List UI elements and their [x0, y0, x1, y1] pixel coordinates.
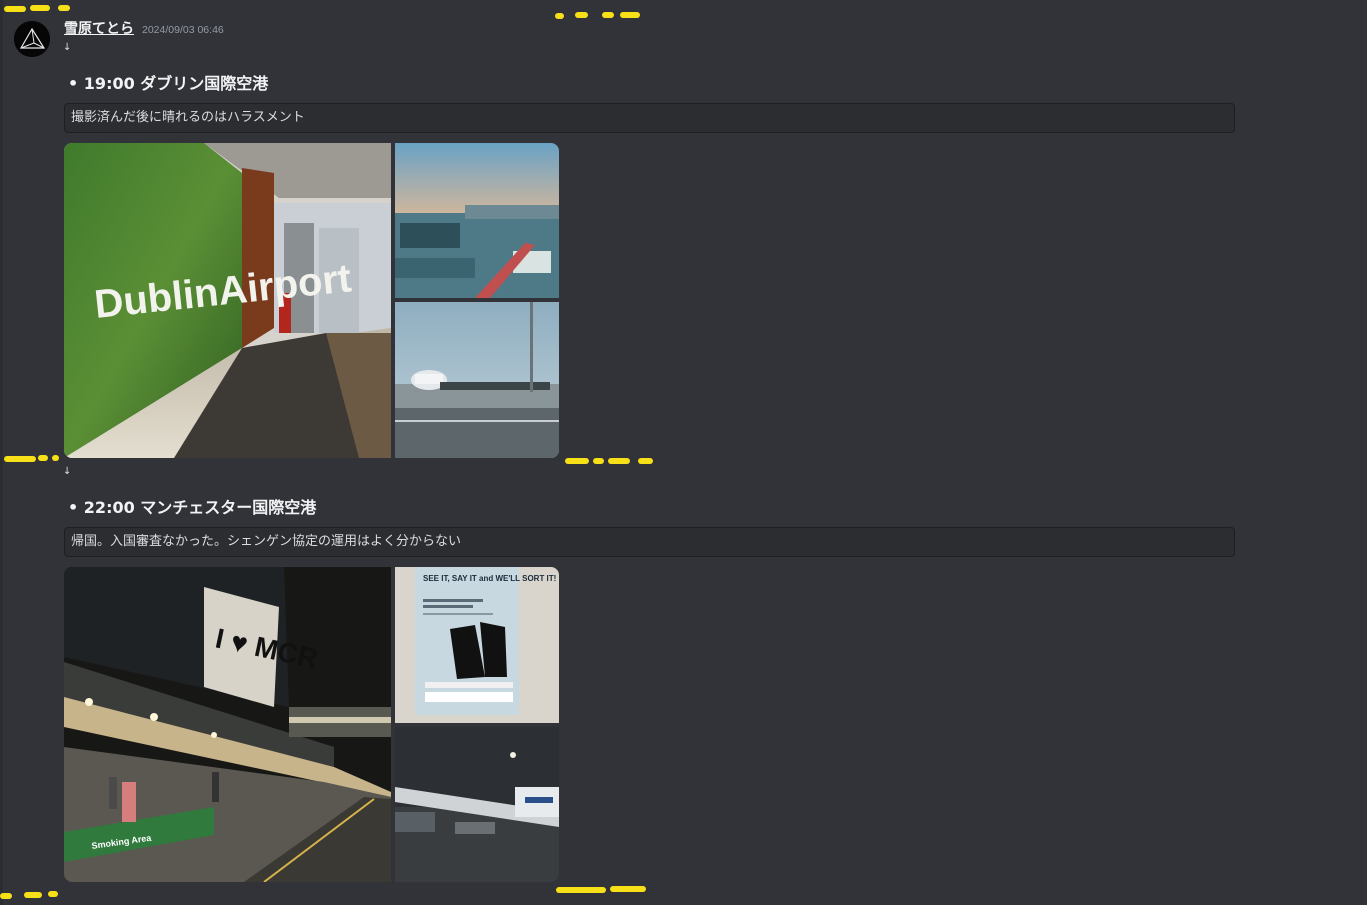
annotation-mark — [638, 458, 653, 464]
avatar-triangle-icon — [14, 21, 50, 57]
annotation-mark — [555, 13, 564, 19]
annotation-mark — [575, 12, 588, 18]
annotation-mark — [4, 456, 36, 462]
photo-see-it-say-it-poster[interactable]: SEE IT, SAY IT and WE'LL SORT IT! — [395, 567, 559, 723]
annotation-mark — [608, 458, 630, 464]
left-rail — [0, 0, 3, 905]
annotation-mark — [0, 893, 12, 899]
section-heading: • 19:00 ダブリン国際空港 — [68, 74, 269, 93]
down-arrow-icon: ↓ — [63, 466, 72, 477]
annotation-mark — [620, 12, 640, 18]
code-block: 撮影済んだ後に晴れるのはハラスメント — [64, 103, 1235, 133]
poster-title: SEE IT, SAY IT and WE'LL SORT IT! — [423, 574, 556, 583]
annotation-mark — [38, 455, 48, 461]
user-avatar[interactable] — [14, 21, 50, 57]
annotation-mark — [602, 12, 614, 18]
annotation-mark — [58, 5, 70, 11]
photo-aircraft-boarding[interactable] — [395, 302, 559, 458]
timestamp[interactable]: 2024/09/03 06:46 — [142, 24, 224, 36]
message-header: 雪原てとら 2024/09/03 06:46 — [64, 18, 224, 38]
section-heading: • 22:00 マンチェスター国際空港 — [68, 498, 317, 517]
annotation-mark — [4, 6, 26, 12]
annotation-mark — [48, 891, 58, 897]
photo-apron-sunset[interactable] — [395, 143, 559, 298]
annotation-mark — [24, 892, 42, 898]
annotation-mark — [593, 458, 604, 464]
down-arrow-icon: ↓ — [63, 42, 72, 53]
username[interactable]: 雪原てとら — [64, 18, 134, 38]
photo-dublin-airport-wall[interactable]: DublinAirport — [64, 143, 391, 458]
annotation-mark — [30, 5, 50, 11]
annotation-mark — [556, 887, 606, 893]
annotation-mark — [610, 886, 646, 892]
annotation-mark — [52, 455, 59, 461]
code-block: 帰国。入国審査なかった。シェンゲン協定の運用はよく分からない — [64, 527, 1235, 557]
photo-manchester-terminal-night[interactable]: I ♥ MCR Smoking Area — [64, 567, 391, 882]
annotation-mark — [565, 458, 589, 464]
photo-aircraft-wing-night[interactable] — [395, 727, 559, 882]
